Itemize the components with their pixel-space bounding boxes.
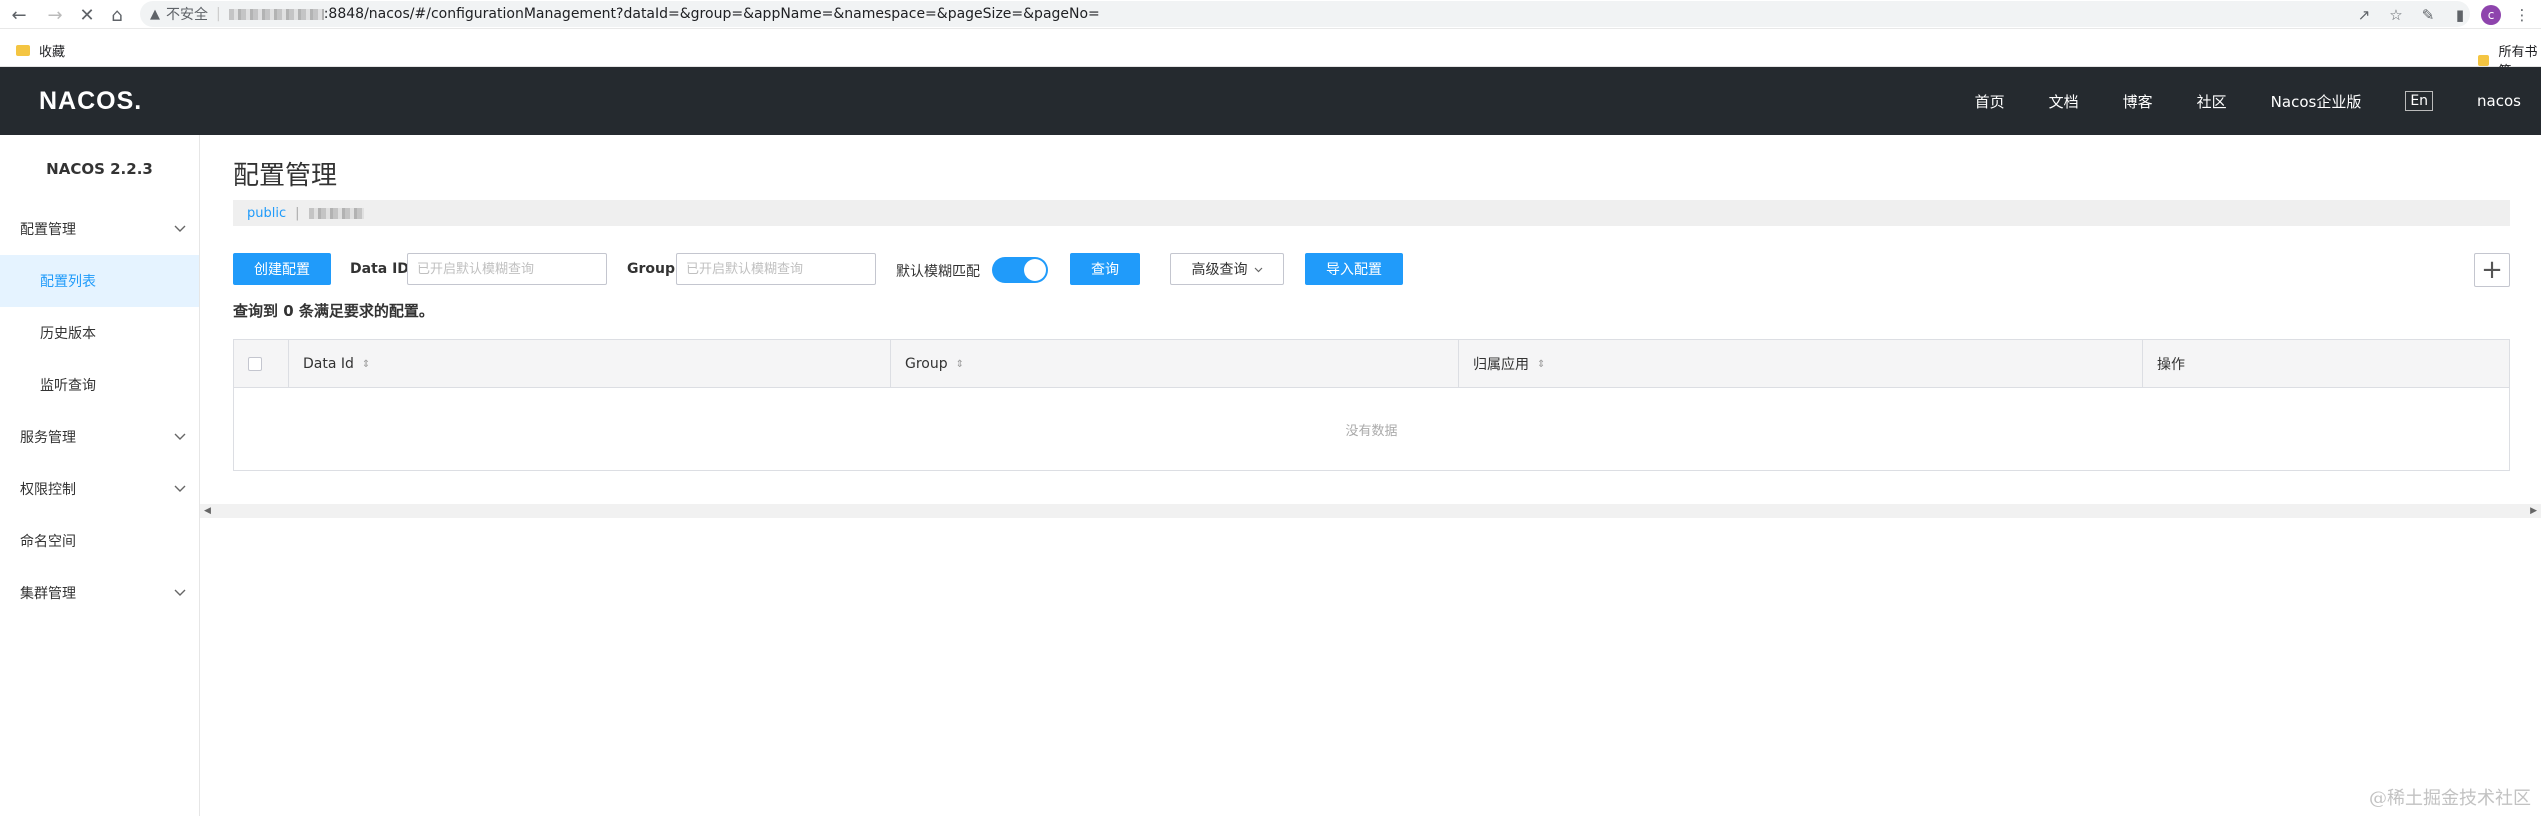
nav-home[interactable]: 首页 <box>1975 91 2005 112</box>
nav-docs[interactable]: 文档 <box>2049 91 2079 112</box>
main-content: 配置管理 public | 创建配置 Data ID Group 默认模糊匹配 … <box>200 135 2541 816</box>
sidebar-item-namespace[interactable]: 命名空间 <box>0 515 199 567</box>
column-header-group[interactable]: Group ⇕ <box>891 340 1459 388</box>
scroll-left-arrow-icon[interactable]: ◀ <box>204 506 211 516</box>
browser-toolbar: ← → ✕ ⌂ ▲ 不安全 | :8848/nacos/#/configurat… <box>0 0 2541 29</box>
fuzzy-match-label: 默认模糊匹配 <box>896 264 980 280</box>
chevron-down-icon <box>1254 267 1262 272</box>
sidebar-item-label: 集群管理 <box>20 586 76 602</box>
fuzzy-match-toggle[interactable] <box>992 257 1048 283</box>
sidebar-item-label: 配置列表 <box>40 274 96 290</box>
config-table: Data Id ⇕ Group ⇕ 归属应用 ⇕ 操作 没有数据 <box>233 339 2510 471</box>
sidebar-item-label: 权限控制 <box>20 482 76 498</box>
side-panel-icon[interactable]: ▮ <box>2449 4 2471 26</box>
column-header-app[interactable]: 归属应用 ⇕ <box>1459 340 2143 388</box>
namespace-separator: | <box>295 205 300 221</box>
star-icon[interactable]: ☆ <box>2385 4 2407 26</box>
horizontal-scrollbar[interactable]: ◀ ▶ <box>200 504 2541 518</box>
sidebar: NACOS 2.2.3 配置管理 配置列表 历史版本 监听查询 服务管理 权限控… <box>0 135 200 816</box>
sidebar-item-label: 监听查询 <box>40 378 96 394</box>
sidebar-item-service-management[interactable]: 服务管理 <box>0 411 199 463</box>
nav-enterprise[interactable]: Nacos企业版 <box>2271 91 2362 112</box>
chevron-down-icon <box>174 433 186 440</box>
column-label: 操作 <box>2157 357 2185 373</box>
chevron-down-icon <box>174 485 186 492</box>
address-bar[interactable]: ▲ 不安全 | :8848/nacos/#/configurationManag… <box>140 1 2470 27</box>
scroll-right-arrow-icon[interactable]: ▶ <box>2530 506 2537 516</box>
sidebar-item-label: 配置管理 <box>20 222 76 238</box>
sidebar-item-config-management[interactable]: 配置管理 <box>0 203 199 255</box>
sidebar-item-listener-query[interactable]: 监听查询 <box>0 359 199 411</box>
column-label: 归属应用 <box>1473 357 1529 373</box>
sidebar-item-config-list[interactable]: 配置列表 <box>0 255 199 307</box>
back-arrow-icon[interactable]: ← <box>6 2 32 28</box>
column-header-actions: 操作 <box>2143 340 2509 388</box>
advanced-query-button[interactable]: 高级查询 <box>1170 253 1284 285</box>
empty-table-message: 没有数据 <box>1345 423 1398 439</box>
redacted-host <box>228 8 324 20</box>
sort-icon[interactable]: ⇕ <box>362 359 370 370</box>
dataid-label: Data ID <box>350 261 409 277</box>
forward-arrow-icon[interactable]: → <box>42 2 68 28</box>
query-toolbar: 创建配置 Data ID Group 默认模糊匹配 查询 高级查询 导入配置 + <box>233 253 2510 287</box>
version-label: NACOS 2.2.3 <box>46 160 153 178</box>
profile-avatar[interactable]: c <box>2481 4 2501 25</box>
more-menu-icon[interactable]: ⋮ <box>2511 4 2533 26</box>
warning-icon: ▲ <box>150 6 160 22</box>
table-header: Data Id ⇕ Group ⇕ 归属应用 ⇕ 操作 <box>234 340 2509 388</box>
sort-icon[interactable]: ⇕ <box>956 359 964 370</box>
create-config-button[interactable]: 创建配置 <box>233 253 331 285</box>
top-nav: 首页 文档 博客 社区 Nacos企业版 En nacos <box>1931 67 2521 135</box>
share-icon[interactable]: ↗ <box>2353 4 2375 26</box>
query-button[interactable]: 查询 <box>1070 253 1140 285</box>
chevron-down-icon <box>174 589 186 596</box>
import-config-button[interactable]: 导入配置 <box>1305 253 1403 285</box>
language-toggle-button[interactable]: En <box>2405 91 2434 111</box>
nav-community[interactable]: 社区 <box>2197 91 2227 112</box>
namespace-bar: public | <box>233 200 2510 226</box>
stop-loading-icon[interactable]: ✕ <box>74 2 100 28</box>
redacted-namespace[interactable] <box>308 207 364 219</box>
sidebar-item-label: 历史版本 <box>40 326 96 342</box>
namespace-public-link[interactable]: public <box>247 206 286 221</box>
insecure-label: 不安全 <box>166 7 208 23</box>
bookmark-label: 收藏 <box>39 45 66 60</box>
bookmark-folder-favorites[interactable]: 收藏 <box>16 41 65 60</box>
chevron-down-icon <box>174 225 186 232</box>
browser-actions: ↗ ☆ ✎ ▮ c ⋮ <box>2353 0 2541 29</box>
nav-blog[interactable]: 博客 <box>2123 91 2153 112</box>
toggle-knob <box>1024 259 1046 281</box>
folder-icon <box>2478 54 2490 66</box>
column-label: Group <box>905 356 948 372</box>
bookmarks-bar: 收藏 所有书签 <box>0 29 2541 79</box>
dataid-input[interactable] <box>407 253 607 285</box>
group-input[interactable] <box>676 253 876 285</box>
select-all-checkbox[interactable] <box>248 357 262 371</box>
advanced-query-label: 高级查询 <box>1191 262 1248 278</box>
sidebar-item-history[interactable]: 历史版本 <box>0 307 199 359</box>
folder-icon <box>16 45 30 56</box>
page-title: 配置管理 <box>233 161 338 191</box>
plus-icon[interactable]: + <box>2474 253 2510 287</box>
group-label: Group <box>627 261 676 277</box>
user-menu[interactable]: nacos <box>2477 92 2521 110</box>
sidebar-item-label: 服务管理 <box>20 430 76 446</box>
column-label: Data Id <box>303 356 354 372</box>
home-icon[interactable]: ⌂ <box>104 2 130 28</box>
column-header-dataid[interactable]: Data Id ⇕ <box>289 340 891 388</box>
omnibox-separator: | <box>216 6 221 22</box>
nacos-logo[interactable]: NACOS. <box>39 87 142 116</box>
select-all-cell <box>234 340 289 388</box>
extensions-icon[interactable]: ✎ <box>2417 4 2439 26</box>
sort-icon[interactable]: ⇕ <box>1537 359 1545 370</box>
result-summary: 查询到 0 条满足要求的配置。 <box>233 302 434 320</box>
sidebar-item-access-control[interactable]: 权限控制 <box>0 463 199 515</box>
app-header: NACOS. 首页 文档 博客 社区 Nacos企业版 En nacos <box>0 67 2541 135</box>
watermark: @稀土掘金技术社区 <box>2369 788 2531 809</box>
sidebar-item-label: 命名空间 <box>20 534 76 550</box>
sidebar-item-cluster-management[interactable]: 集群管理 <box>0 567 199 619</box>
url-text: :8848/nacos/#/configurationManagement?da… <box>323 6 1100 22</box>
